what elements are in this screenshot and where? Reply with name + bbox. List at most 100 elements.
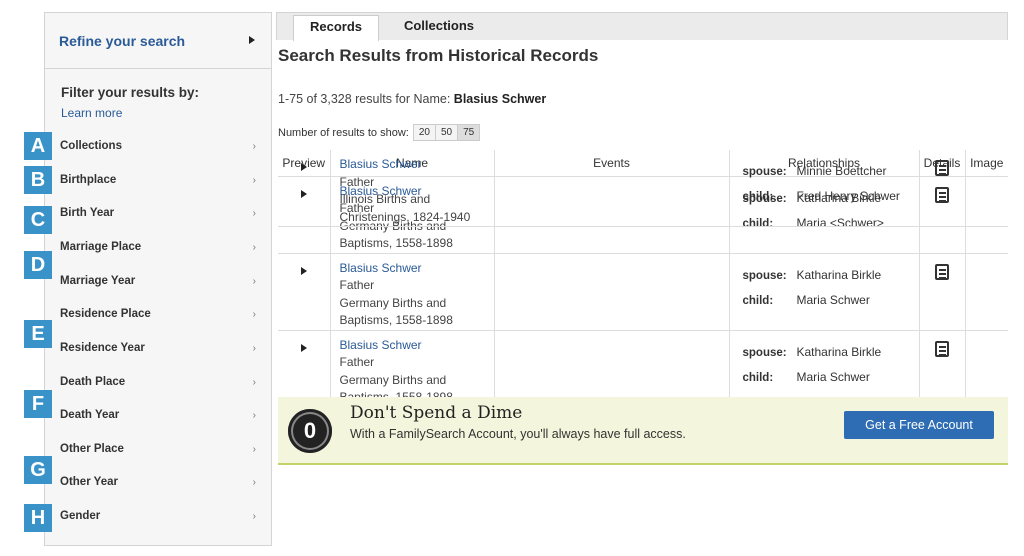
details-document-icon[interactable] bbox=[935, 340, 949, 357]
events-cell bbox=[494, 150, 730, 227]
page-title: Search Results from Historical Records bbox=[278, 46, 599, 65]
show-20-button[interactable]: 20 bbox=[413, 125, 436, 140]
filter-label: Other Year bbox=[60, 476, 118, 488]
show-75-button[interactable]: 75 bbox=[458, 125, 480, 140]
filter-residence-year[interactable]: Residence Year › bbox=[60, 342, 260, 354]
spouse-name: Katharina Birkle bbox=[796, 344, 882, 359]
filter-marriage-year[interactable]: Marriage Year › bbox=[60, 275, 260, 287]
details-document-icon[interactable] bbox=[935, 263, 949, 280]
badge-a: A bbox=[24, 132, 52, 160]
results-per-page-options: 20 50 75 bbox=[412, 124, 481, 141]
preview-arrow-icon[interactable] bbox=[300, 163, 307, 171]
spouse-name: Katharina Birkle bbox=[796, 267, 882, 282]
spouse-label: spouse: bbox=[742, 346, 787, 359]
main-content: Records Collections Search Results from … bbox=[276, 12, 1008, 546]
results-count-prefix: 1-75 of 3,328 results for Name: bbox=[278, 92, 451, 106]
chevron-right-icon: › bbox=[252, 410, 256, 421]
filter-header: Filter your results by: Learn more bbox=[45, 69, 271, 135]
badge-c: C bbox=[24, 206, 52, 234]
filter-marriage-place[interactable]: Marriage Place › bbox=[60, 241, 260, 253]
query-name: Blasius Schwer bbox=[453, 92, 547, 106]
chevron-right-icon: › bbox=[252, 141, 256, 152]
spouse-label: spouse: bbox=[742, 166, 787, 178]
filter-label: Death Place bbox=[60, 376, 126, 388]
details-document-icon[interactable] bbox=[935, 160, 949, 176]
collection-name: Baptisms, 1558-1898 bbox=[339, 313, 453, 327]
filter-birth-year[interactable]: Birth Year › bbox=[60, 207, 260, 219]
filter-death-year[interactable]: Death Year › bbox=[60, 409, 260, 421]
person-role: Father bbox=[339, 278, 375, 292]
results-per-page: Number of results to show: 20 50 75 bbox=[278, 124, 481, 141]
filter-other-place[interactable]: Other Place › bbox=[60, 443, 260, 455]
table-row: Blasius Schwer Father Illinois Births an… bbox=[278, 150, 1008, 227]
filter-birthplace[interactable]: Birthplace › bbox=[60, 174, 260, 186]
filter-collections[interactable]: Collections › bbox=[60, 140, 260, 152]
collection-name: Baptisms, 1558-1898 bbox=[339, 236, 453, 250]
filter-death-place[interactable]: Death Place › bbox=[60, 376, 260, 388]
preview-arrow-icon[interactable] bbox=[300, 266, 307, 275]
refine-search-toggle[interactable]: Refine your search bbox=[45, 13, 271, 69]
tab-records[interactable]: Records bbox=[293, 15, 379, 41]
filter-label: Residence Year bbox=[60, 342, 145, 354]
filter-label: Other Place bbox=[60, 443, 124, 455]
filter-title: Filter your results by: bbox=[61, 85, 200, 100]
child-label: child: bbox=[742, 371, 774, 384]
filter-label: Residence Place bbox=[60, 308, 151, 320]
badge-f: F bbox=[24, 390, 52, 418]
person-name-link[interactable]: Blasius Schwer bbox=[340, 156, 494, 174]
collection-name: Illinois Births and bbox=[339, 192, 431, 206]
child-label: child: bbox=[742, 294, 774, 307]
child-name: Fred Henry Schwer bbox=[796, 189, 900, 203]
free-account-button[interactable]: Get a Free Account bbox=[844, 411, 994, 439]
collection-name: Germany Births and bbox=[339, 295, 447, 310]
show-50-button[interactable]: 50 bbox=[435, 125, 459, 140]
filter-residence-place[interactable]: Residence Place › bbox=[60, 308, 260, 320]
refine-search-label: Refine your search bbox=[59, 32, 186, 49]
table-row: Blasius Schwer Father Germany Births and… bbox=[278, 330, 1008, 408]
image-cell bbox=[965, 253, 1008, 331]
results-count: 1-75 of 3,328 results for Name: Blasius … bbox=[278, 92, 546, 106]
filter-gender[interactable]: Gender › bbox=[60, 510, 260, 522]
collection-name: Germany Births and bbox=[339, 372, 447, 387]
tab-bar: Records Collections bbox=[276, 12, 1008, 41]
person-name-link[interactable]: Blasius Schwer bbox=[340, 260, 494, 278]
child-name: Maria Schwer bbox=[796, 292, 870, 307]
person-role: Father bbox=[339, 355, 375, 369]
filter-label: Death Year bbox=[60, 409, 120, 421]
filter-label: Collections bbox=[60, 140, 122, 152]
preview-arrow-icon[interactable] bbox=[300, 343, 307, 352]
chevron-right-icon: › bbox=[252, 343, 256, 354]
filter-label: Birthplace bbox=[60, 174, 117, 186]
filter-other-year[interactable]: Other Year › bbox=[60, 476, 260, 488]
badge-e: E bbox=[24, 320, 52, 348]
promo-title: Don't Spend a Dime bbox=[350, 403, 523, 423]
chevron-right-icon: › bbox=[252, 511, 256, 522]
filter-label: Gender bbox=[60, 510, 101, 522]
results-table-continued: Blasius Schwer Father Illinois Births an… bbox=[278, 150, 1008, 227]
events-cell bbox=[494, 330, 730, 408]
filter-label: Birth Year bbox=[60, 207, 115, 219]
tab-collections[interactable]: Collections bbox=[393, 15, 485, 41]
learn-more-link[interactable]: Learn more bbox=[61, 106, 271, 120]
child-label: child: bbox=[742, 191, 774, 203]
person-name-link[interactable]: Blasius Schwer bbox=[340, 337, 494, 355]
chevron-right-icon: › bbox=[252, 444, 256, 455]
results-per-page-label: Number of results to show: bbox=[278, 126, 409, 139]
chevron-right-icon: › bbox=[252, 242, 256, 253]
filter-label: Marriage Year bbox=[60, 275, 136, 287]
chevron-right-icon: › bbox=[252, 377, 256, 388]
badge-d: D bbox=[24, 251, 52, 279]
expand-arrow-icon bbox=[249, 36, 255, 44]
child-name: Maria Schwer bbox=[796, 369, 870, 384]
zero-coin-icon: 0 bbox=[288, 409, 332, 453]
spouse-name: Minnie Boettcher bbox=[796, 164, 887, 178]
promo-text: With a FamilySearch Account, you'll alwa… bbox=[350, 427, 686, 441]
image-cell bbox=[965, 150, 1008, 227]
table-row: Blasius Schwer Father Germany Births and… bbox=[278, 253, 1008, 331]
events-cell bbox=[494, 253, 730, 331]
chevron-right-icon: › bbox=[252, 276, 256, 287]
person-role: Father bbox=[339, 174, 375, 189]
badge-b: B bbox=[24, 166, 52, 194]
filter-label: Marriage Place bbox=[60, 241, 142, 253]
chevron-right-icon: › bbox=[252, 175, 256, 186]
